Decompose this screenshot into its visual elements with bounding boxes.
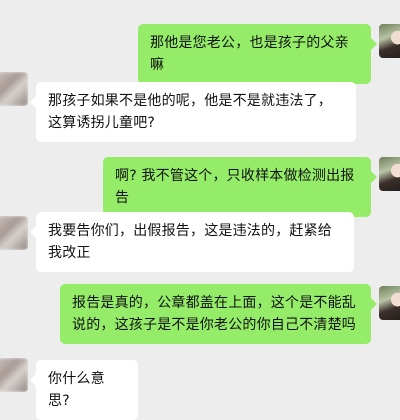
sender-avatar[interactable] [379, 286, 400, 320]
message-row: 那孩子如果不是他的呢，他是不是就违法了，这算诱拐儿童吧? [0, 72, 400, 150]
avatar-photo [0, 358, 28, 392]
sender-avatar[interactable] [379, 24, 400, 58]
contact-avatar[interactable] [0, 72, 28, 106]
outgoing-message[interactable]: 那他是您老公，也是孩子的父亲嘛 [138, 24, 377, 84]
sender-avatar[interactable] [379, 157, 400, 191]
avatar-photo [379, 24, 400, 58]
incoming-message[interactable]: 你什么意思? [30, 360, 138, 420]
avatar-photo [0, 216, 28, 250]
outgoing-message[interactable]: 啊? 我不管这个，只收样本做检测出报告 [103, 157, 377, 217]
avatar-photo [0, 72, 28, 106]
contact-avatar[interactable] [0, 358, 28, 392]
message-row: 报告是真的，公章都盖在上面，这个是不能乱说的，这孩子是不是你老公的你自己不清楚吗 [0, 284, 400, 346]
avatar-photo [379, 157, 400, 191]
message-row: 我要告你们，出假报告，这是违法的，赶紧给我改正 [0, 212, 400, 282]
message-row: 你什么意思? [0, 356, 400, 420]
message-row: 那他是您老公，也是孩子的父亲嘛 [0, 14, 400, 84]
avatar-photo [379, 286, 400, 320]
incoming-message[interactable]: 我要告你们，出假报告，这是违法的，赶紧给我改正 [30, 212, 354, 272]
message-row: 啊? 我不管这个，只收样本做检测出报告 [0, 155, 400, 217]
contact-avatar[interactable] [0, 216, 28, 250]
incoming-message[interactable]: 那孩子如果不是他的呢，他是不是就违法了，这算诱拐儿童吧? [30, 82, 356, 142]
outgoing-message[interactable]: 报告是真的，公章都盖在上面，这个是不能乱说的，这孩子是不是你老公的你自己不清楚吗 [60, 284, 377, 344]
